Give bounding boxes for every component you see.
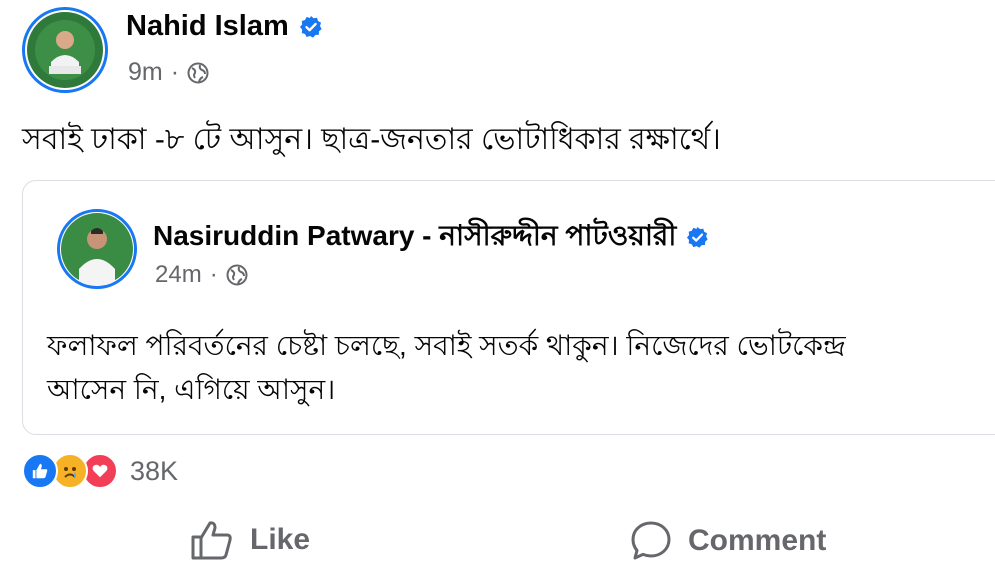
globe-icon (226, 264, 248, 286)
comment-icon (630, 520, 672, 562)
reactions-summary[interactable]: 38K (22, 453, 178, 489)
shared-author-avatar[interactable] (57, 209, 137, 289)
post-text: সবাই ঢাকা -৮ টে আসুন। ছাত্র-জনতার ভোটাধি… (22, 123, 721, 156)
comment-button[interactable]: Comment (630, 520, 826, 562)
avatar-image (27, 12, 103, 88)
shared-post-author[interactable]: Nasiruddin Patwary - নাসীরুদ্দীন পাটওয়া… (153, 214, 709, 261)
meta-separator: · (209, 261, 218, 288)
shared-post-meta: 24m · (155, 261, 248, 289)
verified-badge-icon (299, 15, 323, 39)
shared-post-card[interactable]: Nasiruddin Patwary - নাসীরুদ্দীন পাটওয়া… (22, 180, 995, 435)
like-button[interactable]: Like (190, 520, 310, 560)
post-time[interactable]: 9m (128, 58, 163, 87)
like-icon (190, 520, 234, 560)
shared-post-time[interactable]: 24m (155, 261, 202, 289)
reaction-count[interactable]: 38K (130, 456, 178, 487)
post-meta: 9m · (128, 58, 209, 87)
shared-post-text-line-2: আসেন নি, এগিয়ে আসুন। (47, 374, 336, 405)
post-author[interactable]: Nahid Islam (126, 10, 323, 43)
shared-post-text-line-1: ফলাফল পরিবর্তনের চেষ্টা চলছে, সবাই সতর্ক… (47, 330, 846, 361)
verified-badge-icon (686, 226, 709, 249)
like-label: Like (250, 523, 311, 556)
meta-separator: · (170, 58, 180, 86)
post-author-name[interactable]: Nahid Islam (126, 10, 289, 43)
shared-post-author-name[interactable]: Nasiruddin Patwary - নাসীরুদ্দীন পাটওয়া… (153, 214, 676, 261)
globe-icon (187, 62, 209, 84)
like-reaction-icon (22, 453, 58, 489)
author-avatar[interactable] (22, 7, 108, 93)
shared-avatar-image (61, 213, 133, 285)
comment-label: Comment (688, 524, 827, 557)
